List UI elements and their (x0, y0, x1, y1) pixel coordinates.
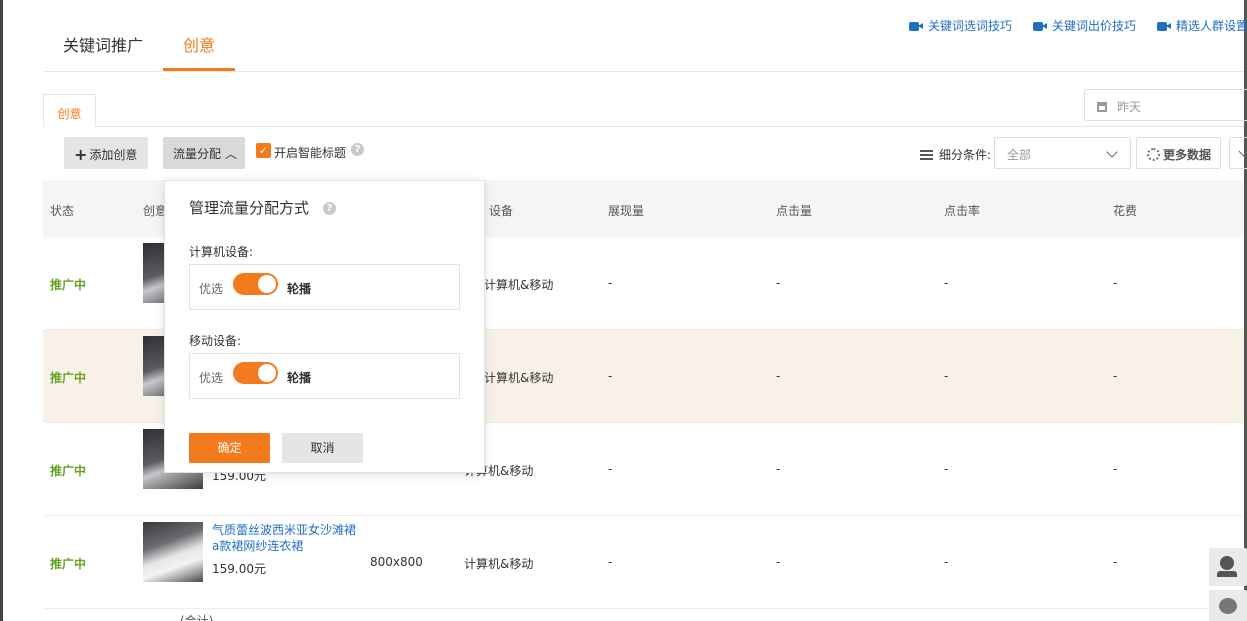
feedback-button[interactable] (1209, 590, 1247, 621)
clicks-cell: - (776, 369, 781, 383)
tip-link-label: 关键词选词技巧 (928, 19, 1013, 33)
filter-label-text: 细分条件: (939, 148, 992, 162)
help-icon[interactable]: ? (351, 143, 364, 156)
option-rotate-label: 轮播 (287, 282, 312, 296)
traffic-allocation-label: 流量分配 (173, 147, 222, 161)
header-ctr[interactable]: 点击率 (944, 202, 980, 219)
tab-creative[interactable]: 创意 (183, 32, 215, 56)
cancel-button[interactable]: 取消 (282, 433, 363, 463)
filter-select-value: 全部 (1007, 148, 1032, 162)
header-impressions[interactable]: 展现量 (608, 202, 644, 219)
add-creative-label: 添加创意 (89, 148, 138, 162)
tip-link-keyword-selection[interactable]: 关键词选词技巧 (909, 17, 1012, 34)
size-cell: 800x800 (370, 555, 423, 569)
plus-icon: + (74, 145, 88, 164)
smart-title-checkbox[interactable]: ✓ (256, 143, 271, 158)
impressions-cell: - (608, 555, 613, 569)
mobile-device-label: 移动设备: (189, 334, 242, 348)
gear-icon (1147, 148, 1160, 161)
top-divider (43, 71, 1244, 72)
chevron-down-icon (1238, 146, 1247, 157)
tab-keyword-promotion[interactable]: 关键词推广 (63, 32, 143, 56)
device-cell: 计算机&移动 (464, 557, 534, 571)
cost-cell: - (1113, 369, 1118, 383)
header-status: 状态 (50, 204, 75, 218)
impressions-cell: - (608, 462, 613, 476)
column-dropdown-button[interactable] (1229, 137, 1247, 169)
popup-title: 管理流量分配方式 (189, 199, 310, 217)
date-picker-value: 昨天 (1117, 100, 1142, 114)
customer-service-button[interactable] (1209, 548, 1247, 586)
date-picker[interactable]: 昨天 (1084, 89, 1247, 121)
filter-label: 细分条件: (920, 146, 991, 163)
help-icon[interactable]: ? (323, 202, 336, 215)
smart-title-label: 开启智能标题 (274, 146, 347, 160)
clicks-cell: - (776, 555, 781, 569)
cost-cell: - (1113, 555, 1118, 569)
status-badge: 推广中 (50, 557, 87, 571)
header-cost[interactable]: 花费 (1113, 202, 1137, 219)
impressions-cell: - (608, 369, 613, 383)
product-price: 159.00元 (212, 562, 266, 576)
device-cell: 计算机&移动 (484, 278, 554, 292)
video-icon (1033, 21, 1047, 31)
clicks-cell: - (776, 462, 781, 476)
traffic-allocation-popup: 管理流量分配方式 ? 计算机设备: 优选 轮播 移动设备: 优选 轮播 确定 取… (164, 180, 485, 473)
ctr-cell: - (944, 555, 949, 569)
status-badge: 推广中 (50, 464, 87, 478)
window-left-edge (0, 0, 3, 621)
list-icon (920, 150, 933, 160)
video-icon (909, 21, 923, 31)
chevron-down-icon (1106, 146, 1118, 158)
clicks-cell: - (776, 276, 781, 290)
mobile-allocation-toggle[interactable] (233, 362, 278, 384)
traffic-allocation-button[interactable]: 流量分配 ︿ (163, 137, 245, 169)
impressions-cell: - (608, 276, 613, 290)
pc-allocation-toggle[interactable] (233, 273, 278, 295)
inner-divider (43, 126, 1244, 127)
tip-link-label: 关键词出价技巧 (1052, 19, 1137, 33)
header-device: 设备 (489, 204, 514, 218)
option-rotate-label: 轮播 (287, 371, 312, 385)
filter-select[interactable]: 全部 (994, 137, 1131, 169)
cost-cell: - (1113, 462, 1118, 476)
toggle-knob (258, 275, 276, 293)
product-title-link[interactable]: 气质蕾丝波西米亚女沙滩裙a款裙网纱连衣裙 (212, 522, 362, 554)
cost-cell: - (1113, 276, 1118, 290)
header-clicks[interactable]: 点击量 (776, 202, 812, 219)
option-preferred-label: 优选 (199, 371, 224, 385)
chevron-up-icon: ︿ (221, 147, 237, 161)
toggle-knob (258, 364, 276, 382)
chat-icon (1219, 598, 1237, 614)
more-data-button[interactable]: 更多数据 (1136, 137, 1221, 169)
mobile-device-option-box: 优选 轮播 (189, 353, 460, 399)
more-data-label: 更多数据 (1163, 148, 1212, 162)
tip-link-label: 精选人群设置 (1176, 19, 1247, 33)
status-badge: 推广中 (50, 371, 87, 385)
option-preferred-label: 优选 (199, 282, 224, 296)
video-icon (1157, 21, 1171, 31)
ctr-cell: - (944, 462, 949, 476)
table-footer-total: (合计) (180, 614, 214, 621)
tip-link-audience-setup[interactable]: 精选人群设置 (1157, 17, 1247, 34)
pc-device-label: 计算机设备: (189, 245, 254, 259)
ctr-cell: - (944, 276, 949, 290)
confirm-button[interactable]: 确定 (189, 433, 270, 463)
calendar-icon (1097, 102, 1107, 112)
tip-link-keyword-bidding[interactable]: 关键词出价技巧 (1033, 17, 1136, 34)
add-creative-button[interactable]: + 添加创意 (64, 137, 148, 169)
person-icon (1217, 556, 1237, 577)
pc-device-option-box: 优选 轮播 (189, 264, 460, 310)
status-badge: 推广中 (50, 278, 87, 292)
inner-tab-creative[interactable]: 创意 (43, 94, 96, 127)
ctr-cell: - (944, 369, 949, 383)
product-thumbnail[interactable] (143, 522, 203, 582)
device-cell: 计算机&移动 (484, 371, 554, 385)
